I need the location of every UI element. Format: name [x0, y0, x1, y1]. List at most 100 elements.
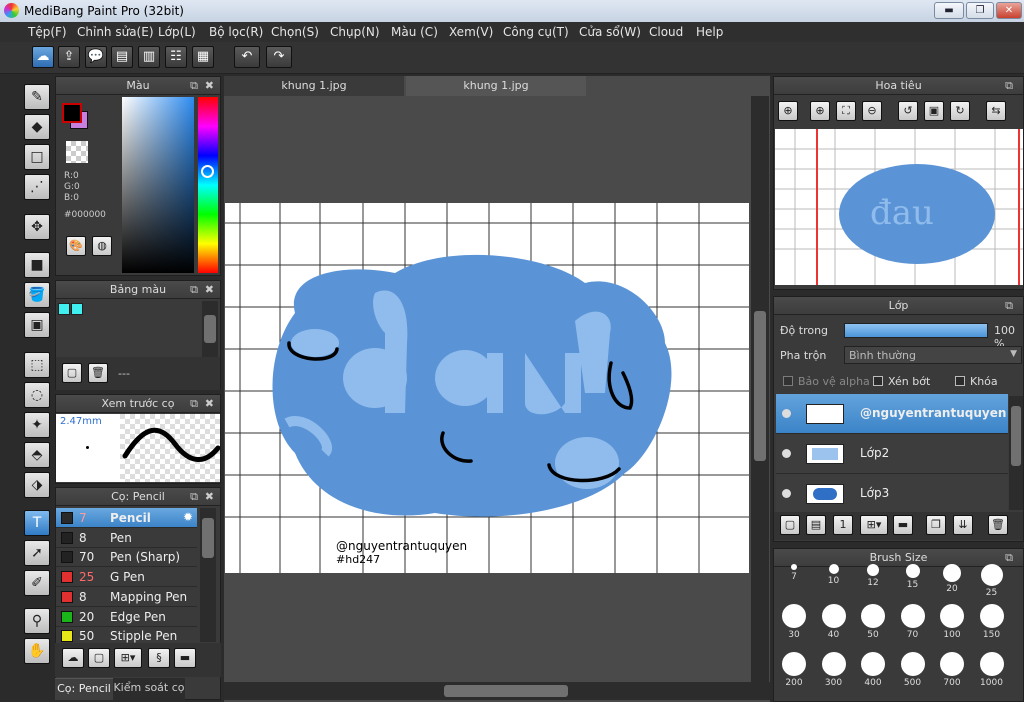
close-icon[interactable]: ✖ [205, 488, 214, 505]
undock-icon[interactable]: ⧉ [190, 77, 198, 94]
fill-rect-tool-icon[interactable]: ■ [24, 252, 50, 278]
close-icon[interactable]: ✖ [205, 77, 214, 94]
gradient-tool-icon[interactable]: ▣ [24, 312, 50, 338]
brush-item[interactable]: 70 Pen (Sharp) [56, 547, 197, 568]
new-brush-icon[interactable]: ▢ [88, 648, 110, 668]
eye-icon[interactable] [782, 489, 791, 498]
brush-size-option[interactable]: 500 [895, 652, 931, 688]
brush-size-option[interactable]: 1000 [974, 652, 1010, 688]
menu-help[interactable]: Help [696, 25, 723, 39]
menu-filter[interactable]: Bộ lọc(R) [209, 25, 263, 39]
menu-edit[interactable]: Chỉnh sửa(E) [77, 25, 154, 39]
menu-cloud[interactable]: Cloud [649, 25, 683, 39]
brush-item[interactable]: 20 Edge Pen [56, 607, 197, 627]
rotate-left-icon[interactable]: ↺ [898, 101, 918, 121]
rotate-right-icon[interactable]: ↻ [950, 101, 970, 121]
brush-size-option[interactable]: 150 [974, 604, 1010, 640]
brush-size-option[interactable]: 15 [895, 564, 931, 590]
canvas-vertical-scrollbar[interactable] [751, 96, 769, 682]
brush-item[interactable]: 8 Mapping Pen [56, 587, 197, 607]
select-eraser-icon[interactable]: ⬗ [24, 472, 50, 498]
eye-icon[interactable] [782, 409, 791, 418]
blend-mode-select[interactable]: Bình thường ▼ [844, 346, 1022, 364]
close-icon[interactable]: ✖ [205, 281, 214, 298]
share-icon[interactable]: ⇪ [58, 46, 80, 68]
primary-color-swatch[interactable] [62, 103, 82, 123]
add-layer-menu-icon[interactable]: ⊞▾ [860, 515, 888, 535]
color-adjust-icon[interactable]: ◍ [92, 236, 112, 256]
zoom-in-icon[interactable]: ⊕ [778, 101, 798, 121]
delete-layer-icon[interactable]: 🗑 [988, 515, 1008, 535]
brush-item[interactable]: 8 Pen [56, 528, 197, 548]
opacity-slider[interactable] [844, 323, 988, 338]
dot-tool-icon[interactable]: ⋰ [24, 174, 50, 200]
transparent-color-swatch[interactable] [66, 141, 88, 163]
tab-brush[interactable]: Cọ: Pencil [55, 678, 113, 700]
move-tool-icon[interactable]: ✥ [24, 214, 50, 240]
menu-color[interactable]: Màu (C) [391, 25, 438, 39]
eye-icon[interactable] [782, 449, 791, 458]
menu-tools[interactable]: Công cụ(T) [503, 25, 569, 39]
grid-icon[interactable]: ▦ [192, 46, 214, 68]
chat-icon[interactable]: ▤ [111, 46, 133, 68]
brush-size-option[interactable]: 700 [934, 652, 970, 688]
menu-view[interactable]: Xem(V) [449, 25, 493, 39]
brush-size-option[interactable]: 7 [776, 564, 812, 582]
layer-scrollbar[interactable] [1009, 396, 1023, 510]
brush-folder-icon[interactable]: ▬ [174, 648, 196, 668]
brush-item[interactable]: 7 Pencil ✹ [56, 508, 197, 528]
brush-size-option[interactable]: 40 [816, 604, 852, 640]
brush-size-option[interactable]: 50 [855, 604, 891, 640]
brush-size-option[interactable]: 12 [855, 564, 891, 588]
brush-size-option[interactable]: 70 [895, 604, 931, 640]
lasso-tool-icon[interactable]: ◌ [24, 382, 50, 408]
hue-slider[interactable] [198, 97, 218, 273]
new-palette-icon[interactable]: ▢ [62, 363, 82, 383]
undock-icon[interactable]: ⧉ [1005, 77, 1013, 94]
saturation-value-picker[interactable] [122, 97, 194, 273]
minimize-button[interactable]: ▬ [934, 2, 964, 19]
zoom-in-alt-icon[interactable]: ⊕ [810, 101, 830, 121]
delete-palette-icon[interactable]: 🗑 [88, 363, 108, 383]
eraser-tool-icon[interactable]: ◆ [24, 114, 50, 140]
brush-settings-icon[interactable]: § [148, 648, 170, 668]
layer-row[interactable]: @nguyentrantuquyen [776, 394, 1008, 434]
new-halftone-layer-icon[interactable]: ▤ [806, 515, 826, 535]
merge-layer-icon[interactable]: ⇊ [953, 515, 973, 535]
layer-folder-icon[interactable]: ▬ [893, 515, 913, 535]
brush-size-option[interactable]: 10 [816, 564, 852, 586]
undock-icon[interactable]: ⧉ [190, 281, 198, 298]
undock-icon[interactable]: ⧉ [190, 395, 198, 412]
brush-size-option[interactable]: 100 [934, 604, 970, 640]
select-rect-icon[interactable]: ⬚ [24, 352, 50, 378]
redo-button[interactable]: ↷ [266, 46, 292, 68]
palette-scrollbar[interactable] [202, 301, 218, 357]
select-pen-icon[interactable]: ⬘ [24, 442, 50, 468]
magic-wand-icon[interactable]: ✦ [24, 412, 50, 438]
brush-size-option[interactable]: 400 [855, 652, 891, 688]
hand-tool-icon[interactable]: ✋ [24, 638, 50, 664]
layer-row[interactable]: Lớp2 [776, 434, 1008, 474]
canvas-horizontal-scrollbar[interactable] [224, 682, 770, 700]
menu-select[interactable]: Chọn(S) [271, 25, 319, 39]
undo-button[interactable]: ↶ [234, 46, 260, 68]
undock-icon[interactable]: ⧉ [1005, 297, 1013, 314]
zoom-out-icon[interactable]: ⊖ [862, 101, 882, 121]
document-tab-active[interactable]: khung 1.jpg [406, 76, 586, 96]
menu-window[interactable]: Cửa sổ(W) [579, 25, 641, 39]
undock-icon[interactable]: ⧉ [190, 488, 198, 505]
brush-scrollbar[interactable] [200, 508, 216, 642]
new-layer-icon[interactable]: ▢ [780, 515, 800, 535]
clip-checkbox[interactable] [873, 376, 883, 386]
flip-icon[interactable]: ⇆ [986, 101, 1006, 121]
palette-swatch[interactable] [58, 303, 70, 315]
brush-item[interactable]: 25 G Pen [56, 567, 197, 588]
dropper-pen-icon[interactable]: ✐ [24, 570, 50, 596]
close-button[interactable]: ✕ [996, 2, 1022, 19]
fit-screen-icon[interactable]: ⛶ [836, 101, 856, 121]
palette-swatch[interactable] [71, 303, 83, 315]
brush-size-option[interactable]: 200 [776, 652, 812, 688]
brush-size-option[interactable]: 300 [816, 652, 852, 688]
add-brush-menu-icon[interactable]: ⊞▾ [114, 648, 142, 668]
brush-tool-icon[interactable]: ✎ [24, 84, 50, 110]
